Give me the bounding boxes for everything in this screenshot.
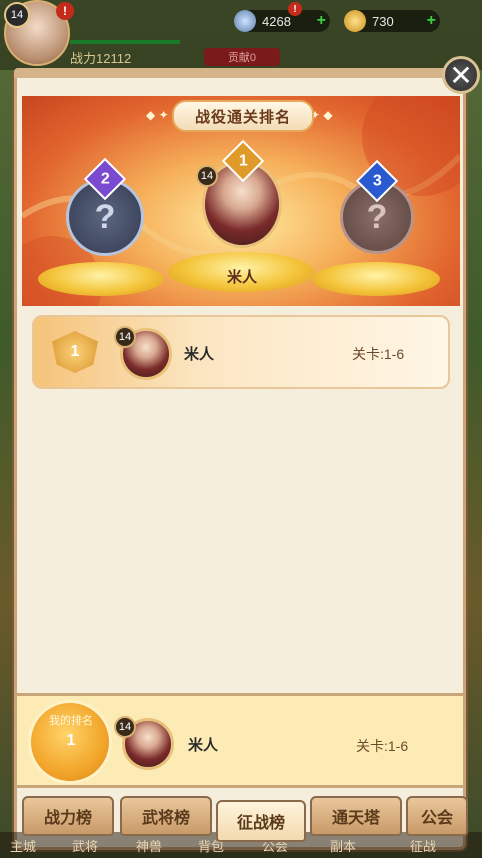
nav-beasts[interactable]: 神兽: [136, 836, 162, 855]
rank-3-label: 3: [372, 172, 382, 189]
rank-2-label: 2: [100, 170, 110, 187]
my-rank-number: 1: [66, 732, 76, 749]
my-level-badge: 14: [114, 716, 136, 738]
silver-coin-icon: [234, 10, 256, 32]
row-rank: 1: [70, 343, 80, 360]
add-silver-button[interactable]: +: [317, 12, 326, 30]
my-rank-label: 我的排名: [49, 715, 93, 727]
add-gold-button[interactable]: +: [427, 12, 436, 30]
tab-campaign-rank[interactable]: 征战榜: [216, 800, 306, 842]
pedestal-third: [312, 262, 440, 296]
power-bar: [70, 40, 180, 44]
title-deco-left: ◆ ✦: [146, 108, 169, 122]
nav-generals[interactable]: 武将: [72, 836, 98, 855]
tab-power-rank[interactable]: 战力榜: [22, 796, 114, 836]
gold-ingot-icon: [344, 10, 366, 32]
pedestal-second: [38, 262, 164, 296]
first-level-badge: 14: [196, 165, 218, 187]
gold-amount: 730: [372, 13, 394, 29]
row-stage: 关卡:1-6: [352, 346, 405, 362]
unknown-icon: ?: [366, 197, 388, 236]
my-name: 米人: [188, 737, 219, 754]
first-place-name: 米人: [226, 269, 257, 286]
panel-header-bar: [14, 68, 466, 78]
tab-tower-rank[interactable]: 通天塔: [310, 796, 402, 836]
my-stage: 关卡:1-6: [356, 738, 409, 754]
unknown-icon: ?: [94, 197, 116, 236]
player-level-badge: 14: [4, 2, 30, 28]
close-button[interactable]: ✕: [442, 56, 480, 94]
nav-campaign[interactable]: 征战: [410, 836, 436, 855]
banner-title: 战役通关排名: [172, 100, 314, 132]
tab-guild-rank[interactable]: 公会: [406, 796, 468, 836]
tab-general-rank[interactable]: 武将榜: [120, 796, 212, 836]
row-name: 米人: [184, 346, 215, 363]
currency-silver: 4268 +: [234, 10, 330, 32]
row-level-badge: 14: [114, 326, 136, 348]
nav-dungeon[interactable]: 副本: [330, 836, 356, 855]
contribution-pill: 贡献0: [204, 48, 280, 66]
silver-amount: 4268: [262, 13, 291, 29]
rank-1-label: 1: [238, 152, 248, 169]
currency-gold: 730 +: [344, 10, 440, 32]
power-value: 战力12112: [70, 51, 132, 66]
notification-icon[interactable]: !: [56, 2, 74, 20]
nav-main-city[interactable]: 主城: [10, 836, 36, 855]
notification-icon-2[interactable]: !: [288, 2, 302, 16]
